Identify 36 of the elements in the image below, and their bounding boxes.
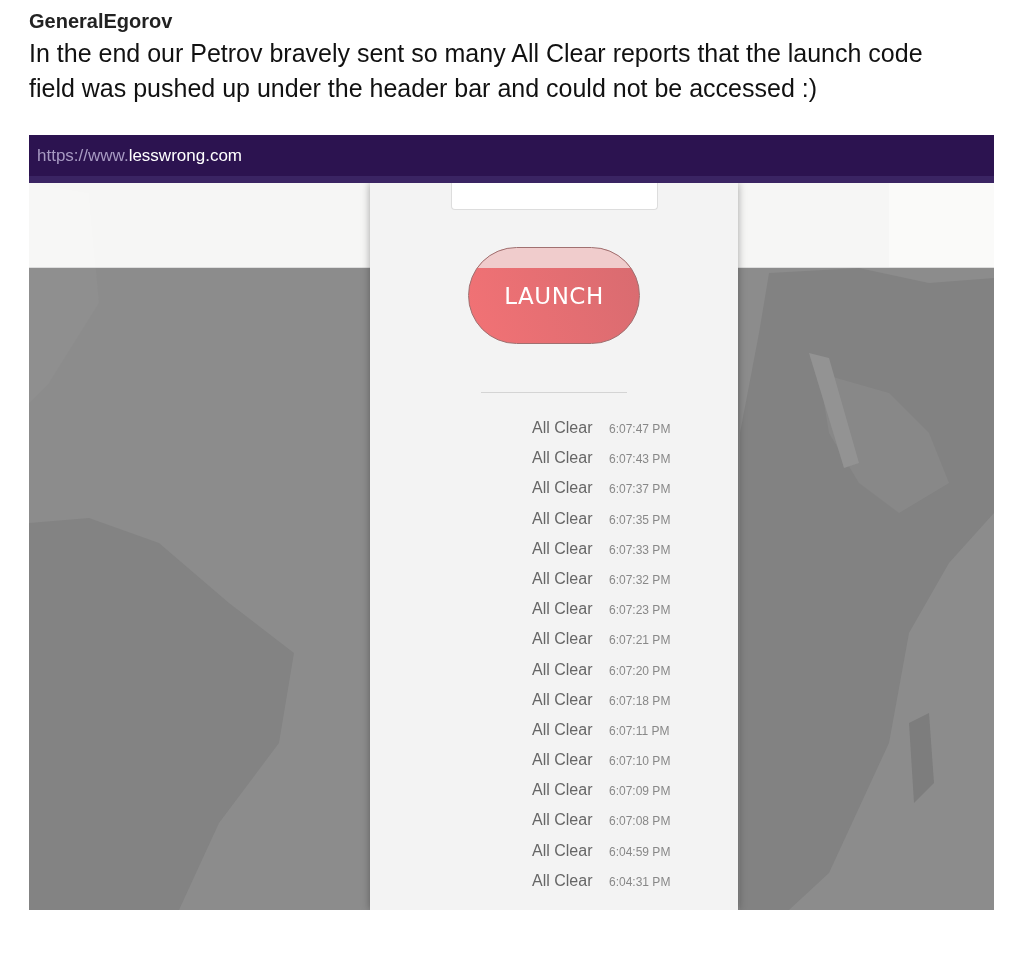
report-time: 6:07:35 PM <box>609 512 671 527</box>
report-time: 6:07:18 PM <box>609 693 671 708</box>
report-time: 6:07:37 PM <box>609 482 671 497</box>
report-time: 6:07:32 PM <box>609 572 671 587</box>
report-status: All Clear <box>532 660 594 679</box>
report-status: All Clear <box>532 449 594 468</box>
report-status: All Clear <box>532 751 594 770</box>
report-status: All Clear <box>532 539 594 558</box>
report-time: 6:07:09 PM <box>609 784 671 799</box>
report-status: All Clear <box>532 871 594 890</box>
author-name: GeneralEgorov <box>29 9 174 34</box>
report-status: All Clear <box>532 600 594 619</box>
report-time: 6:07:10 PM <box>609 754 671 769</box>
launch-code-field[interactable] <box>450 183 658 210</box>
report-time: 6:07:11 PM <box>609 723 670 738</box>
post-text: In the end our Petrov bravely sent so many All Clear reports that the launch code field was pushed up under the header bar and could not be accessed :) <box>29 38 924 104</box>
report-status: All Clear <box>532 419 594 437</box>
report-time: 6:07:47 PM <box>609 422 671 436</box>
report-status: All Clear <box>532 811 594 830</box>
report-time: 6:07:08 PM <box>609 814 671 829</box>
report-time: 6:07:33 PM <box>609 542 671 557</box>
report-time: 6:07:23 PM <box>609 603 671 618</box>
report-status: All Clear <box>532 630 594 649</box>
report-time: 6:07:21 PM <box>609 633 671 648</box>
report-time: 6:07:43 PM <box>609 452 671 467</box>
report-status: All Clear <box>532 569 594 588</box>
report-status: All Clear <box>532 720 594 739</box>
report-status: All Clear <box>532 479 594 498</box>
report-status: All Clear <box>532 690 594 709</box>
report-time: 6:04:59 PM <box>609 844 671 859</box>
report-time: 6:04:31 PM <box>609 874 671 889</box>
report-status: All Clear <box>532 841 594 860</box>
report-status: All Clear <box>532 509 594 528</box>
report-status: All Clear <box>532 781 594 800</box>
url-text[interactable]: https://www.lesswrong.com <box>37 145 242 166</box>
report-time: 6:07:20 PM <box>609 663 671 678</box>
